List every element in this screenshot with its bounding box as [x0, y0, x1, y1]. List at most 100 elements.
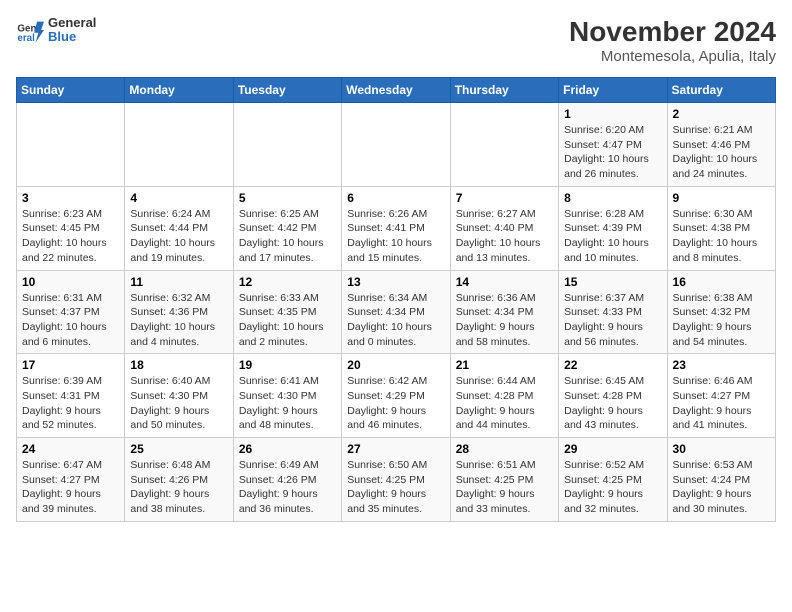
day-info: Sunrise: 6:53 AMSunset: 4:24 PMDaylight:…: [673, 458, 770, 517]
day-info: Sunrise: 6:48 AMSunset: 4:26 PMDaylight:…: [130, 458, 227, 517]
day-number: 24: [22, 442, 119, 456]
page-header: Gen eral General Blue November 2024 Mont…: [16, 16, 776, 65]
day-info: Sunrise: 6:51 AMSunset: 4:25 PMDaylight:…: [456, 458, 553, 517]
header-cell-tuesday: Tuesday: [233, 78, 341, 103]
day-info: Sunrise: 6:21 AMSunset: 4:46 PMDaylight:…: [673, 123, 770, 182]
day-info: Sunrise: 6:49 AMSunset: 4:26 PMDaylight:…: [239, 458, 336, 517]
header-cell-monday: Monday: [125, 78, 233, 103]
week-row-2: 3 Sunrise: 6:23 AMSunset: 4:45 PMDaylight…: [17, 186, 776, 270]
week-row-5: 24 Sunrise: 6:47 AMSunset: 4:27 PMDayligh…: [17, 438, 776, 522]
day-info: Sunrise: 6:42 AMSunset: 4:29 PMDaylight:…: [347, 374, 444, 433]
day-cell: 23Sunrise: 6:46 AMSunset: 4:27 PMDayligh…: [667, 354, 775, 438]
day-number: 4: [130, 191, 227, 205]
day-number: 20: [347, 358, 444, 372]
day-cell: 22Sunrise: 6:45 AMSunset: 4:28 PMDayligh…: [559, 354, 667, 438]
day-cell: 19 Sunrise: 6:41 AMSunset: 4:30 PMDayligh…: [233, 354, 341, 438]
day-info: Sunrise: 6:37 AMSunset: 4:33 PMDaylight:…: [564, 291, 661, 350]
day-cell: 2 Sunrise: 6:21 AMSunset: 4:46 PMDaylight…: [667, 103, 775, 187]
day-cell: 11Sunrise: 6:32 AMSunset: 4:36 PMDayligh…: [125, 270, 233, 354]
day-cell: 30Sunrise: 6:53 AMSunset: 4:24 PMDayligh…: [667, 438, 775, 522]
day-number: 29: [564, 442, 661, 456]
calendar-header: SundayMondayTuesdayWednesdayThursdayFrid…: [17, 78, 776, 103]
day-info: Sunrise: 6:52 AMSunset: 4:25 PMDaylight:…: [564, 458, 661, 517]
day-cell: 6 Sunrise: 6:26 AMSunset: 4:41 PMDaylight…: [342, 186, 450, 270]
day-cell: 9Sunrise: 6:30 AMSunset: 4:38 PMDaylight…: [667, 186, 775, 270]
day-number: 14: [456, 275, 553, 289]
day-cell: 21Sunrise: 6:44 AMSunset: 4:28 PMDayligh…: [450, 354, 558, 438]
day-info: Sunrise: 6:32 AMSunset: 4:36 PMDaylight:…: [130, 291, 227, 350]
day-info: Sunrise: 6:33 AMSunset: 4:35 PMDaylight:…: [239, 291, 336, 350]
header-cell-friday: Friday: [559, 78, 667, 103]
day-cell: 10Sunrise: 6:31 AMSunset: 4:37 PMDayligh…: [17, 270, 125, 354]
page-subtitle: Montemesola, Apulia, Italy: [569, 48, 776, 65]
day-number: 3: [22, 191, 119, 205]
day-info: Sunrise: 6:41 AMSunset: 4:30 PMDaylight:…: [239, 374, 336, 433]
day-cell: 29 Sunrise: 6:52 AMSunset: 4:25 PMDayligh…: [559, 438, 667, 522]
day-number: 21: [456, 358, 553, 372]
day-number: 1: [564, 107, 661, 121]
header-row: SundayMondayTuesdayWednesdayThursdayFrid…: [17, 78, 776, 103]
day-info: Sunrise: 6:23 AMSunset: 4:45 PMDaylight:…: [22, 207, 119, 266]
day-cell: 14 Sunrise: 6:36 AMSunset: 4:34 PMDayligh…: [450, 270, 558, 354]
logo-general: General: [48, 16, 96, 30]
day-cell: [17, 103, 125, 187]
day-cell: 15 Sunrise: 6:37 AMSunset: 4:33 PMDayligh…: [559, 270, 667, 354]
day-info: Sunrise: 6:24 AMSunset: 4:44 PMDaylight:…: [130, 207, 227, 266]
day-number: 16: [673, 275, 770, 289]
logo-text: General Blue: [48, 16, 96, 45]
day-cell: [342, 103, 450, 187]
day-cell: [450, 103, 558, 187]
day-number: 2: [673, 107, 770, 121]
day-info: Sunrise: 6:47 AMSunset: 4:27 PMDaylight:…: [22, 458, 119, 517]
day-number: 17: [22, 358, 119, 372]
day-cell: 12 Sunrise: 6:33 AMSunset: 4:35 PMDayligh…: [233, 270, 341, 354]
day-cell: 20 Sunrise: 6:42 AMSunset: 4:29 PMDayligh…: [342, 354, 450, 438]
day-number: 25: [130, 442, 227, 456]
day-number: 13: [347, 275, 444, 289]
day-info: Sunrise: 6:45 AMSunset: 4:28 PMDaylight:…: [564, 374, 661, 433]
day-cell: 28Sunrise: 6:51 AMSunset: 4:25 PMDayligh…: [450, 438, 558, 522]
header-cell-sunday: Sunday: [17, 78, 125, 103]
day-number: 5: [239, 191, 336, 205]
header-cell-saturday: Saturday: [667, 78, 775, 103]
logo-icon: Gen eral: [16, 16, 44, 44]
day-info: Sunrise: 6:38 AMSunset: 4:32 PMDaylight:…: [673, 291, 770, 350]
day-cell: 16 Sunrise: 6:38 AMSunset: 4:32 PMDayligh…: [667, 270, 775, 354]
day-info: Sunrise: 6:25 AMSunset: 4:42 PMDaylight:…: [239, 207, 336, 266]
calendar-body: 1Sunrise: 6:20 AMSunset: 4:47 PMDaylight…: [17, 103, 776, 522]
day-number: 15: [564, 275, 661, 289]
day-cell: 4 Sunrise: 6:24 AMSunset: 4:44 PMDaylight…: [125, 186, 233, 270]
day-number: 6: [347, 191, 444, 205]
day-cell: 7Sunrise: 6:27 AMSunset: 4:40 PMDaylight…: [450, 186, 558, 270]
day-number: 18: [130, 358, 227, 372]
header-cell-wednesday: Wednesday: [342, 78, 450, 103]
day-cell: 17 Sunrise: 6:39 AMSunset: 4:31 PMDayligh…: [17, 354, 125, 438]
page-title: November 2024: [569, 16, 776, 48]
day-cell: 8Sunrise: 6:28 AMSunset: 4:39 PMDaylight…: [559, 186, 667, 270]
day-info: Sunrise: 6:27 AMSunset: 4:40 PMDaylight:…: [456, 207, 553, 266]
day-info: Sunrise: 6:26 AMSunset: 4:41 PMDaylight:…: [347, 207, 444, 266]
day-cell: [125, 103, 233, 187]
day-info: Sunrise: 6:50 AMSunset: 4:25 PMDaylight:…: [347, 458, 444, 517]
day-info: Sunrise: 6:36 AMSunset: 4:34 PMDaylight:…: [456, 291, 553, 350]
week-row-4: 17 Sunrise: 6:39 AMSunset: 4:31 PMDayligh…: [17, 354, 776, 438]
day-cell: 18Sunrise: 6:40 AMSunset: 4:30 PMDayligh…: [125, 354, 233, 438]
day-cell: 26Sunrise: 6:49 AMSunset: 4:26 PMDayligh…: [233, 438, 341, 522]
day-number: 19: [239, 358, 336, 372]
header-cell-thursday: Thursday: [450, 78, 558, 103]
day-number: 27: [347, 442, 444, 456]
day-info: Sunrise: 6:31 AMSunset: 4:37 PMDaylight:…: [22, 291, 119, 350]
day-cell: 1Sunrise: 6:20 AMSunset: 4:47 PMDaylight…: [559, 103, 667, 187]
svg-text:eral: eral: [17, 33, 35, 44]
day-cell: 27 Sunrise: 6:50 AMSunset: 4:25 PMDayligh…: [342, 438, 450, 522]
week-row-3: 10Sunrise: 6:31 AMSunset: 4:37 PMDayligh…: [17, 270, 776, 354]
day-cell: 13 Sunrise: 6:34 AMSunset: 4:34 PMDayligh…: [342, 270, 450, 354]
day-cell: 25 Sunrise: 6:48 AMSunset: 4:26 PMDayligh…: [125, 438, 233, 522]
day-number: 9: [673, 191, 770, 205]
day-info: Sunrise: 6:34 AMSunset: 4:34 PMDaylight:…: [347, 291, 444, 350]
week-row-1: 1Sunrise: 6:20 AMSunset: 4:47 PMDaylight…: [17, 103, 776, 187]
day-number: 12: [239, 275, 336, 289]
day-number: 8: [564, 191, 661, 205]
day-info: Sunrise: 6:39 AMSunset: 4:31 PMDaylight:…: [22, 374, 119, 433]
calendar-table: SundayMondayTuesdayWednesdayThursdayFrid…: [16, 77, 776, 522]
